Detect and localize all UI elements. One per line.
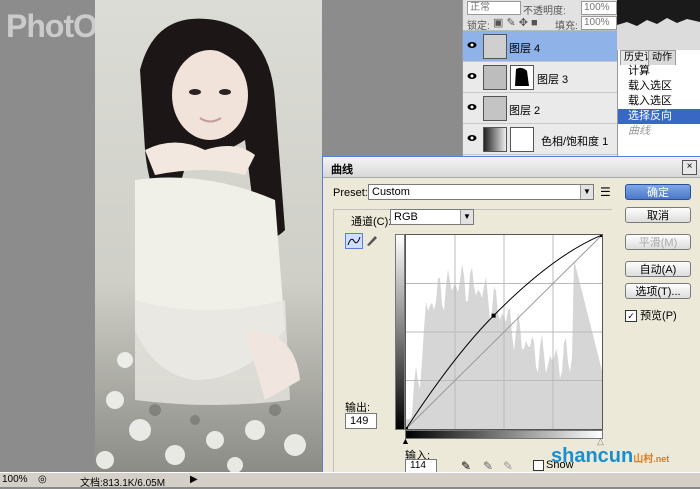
document-size: 文档:813.1K/6.05M: [80, 478, 166, 489]
site-watermark-main: shancun: [551, 445, 634, 467]
history-item[interactable]: 计算: [618, 64, 700, 79]
layer-name: 色相/饱和度 1: [541, 136, 609, 148]
chevron-down-icon: ▼: [460, 210, 473, 224]
preview-checkbox[interactable]: ✓ 预览(P): [625, 307, 677, 323]
status-bar: 100% ◎ 文档:813.1K/6.05M ▶: [0, 472, 700, 489]
channel-label: 通道(C):: [351, 216, 392, 228]
black-eyedropper-icon[interactable]: ✎: [461, 459, 471, 473]
curves-dialog: 曲线 × Preset: Custom ▼ ☰ 确定 取消 平滑(M) 自动(A…: [322, 156, 700, 474]
smooth-button[interactable]: 平滑(M): [625, 234, 691, 250]
ok-button[interactable]: 确定: [625, 184, 691, 200]
eye-icon[interactable]: [467, 102, 477, 112]
auto-button[interactable]: 自动(A): [625, 261, 691, 277]
layer-name: 图层 2: [509, 105, 541, 117]
blend-mode-select[interactable]: 正常: [467, 1, 521, 15]
status-menu-icon[interactable]: ▶: [190, 474, 198, 485]
layer-row[interactable]: 色相/饱和度 1: [463, 124, 618, 155]
layer-name: 图层 3: [537, 74, 569, 86]
opacity-field[interactable]: 100%: [581, 1, 617, 15]
lock-icons[interactable]: ▣ ✎ ✥ ■: [493, 16, 538, 29]
document-photo[interactable]: [95, 0, 322, 472]
layer-row[interactable]: 图层 3: [463, 62, 618, 93]
curve-tool-icon[interactable]: [345, 233, 363, 249]
site-watermark-sub: 山村: [633, 454, 654, 465]
control-point: [491, 313, 496, 318]
history-item-selected[interactable]: 选择反向: [618, 109, 700, 124]
layers-panel: 正常 不透明度: 100% 锁定: ▣ ✎ ✥ ■ 填充: 100% 图层 4 …: [462, 0, 618, 160]
chevron-down-icon: ▼: [580, 185, 593, 199]
adjustment-icon: [483, 127, 507, 152]
zoom-level[interactable]: 100%: [2, 474, 28, 485]
curves-graph[interactable]: [404, 233, 604, 431]
fill-field[interactable]: 100%: [581, 16, 617, 30]
layer-thumbnail: [483, 34, 507, 59]
show-clipping-checkbox[interactable]: [533, 460, 544, 471]
cancel-button[interactable]: 取消: [625, 207, 691, 223]
black-point-slider-icon[interactable]: ▲: [401, 436, 410, 446]
history-panel: 历史记录 动作 计算 载入选区 载入选区 选择反向 曲线: [617, 50, 700, 160]
history-item[interactable]: 载入选区: [618, 79, 700, 94]
layer-mask-thumbnail: [510, 65, 534, 90]
eye-icon[interactable]: [467, 133, 477, 143]
white-eyedropper-icon[interactable]: ✎: [503, 459, 513, 473]
preset-label: Preset:: [333, 187, 368, 199]
eye-icon[interactable]: [467, 71, 477, 81]
input-field[interactable]: 114: [405, 459, 437, 473]
layer-row[interactable]: 图层 2: [463, 93, 618, 124]
layer-name: 图层 4: [509, 43, 541, 55]
options-button[interactable]: 选项(T)...: [625, 283, 691, 299]
site-watermark: shancun山村.net: [551, 445, 669, 468]
endpoint-black: [404, 427, 408, 431]
input-gradient-bar: [405, 430, 603, 439]
preview-label: 预览(P): [640, 310, 677, 322]
endpoint-white: [600, 233, 604, 237]
layer-row[interactable]: 图层 4: [463, 31, 618, 62]
output-field[interactable]: 149: [345, 413, 377, 429]
channel-select[interactable]: RGB ▼: [390, 209, 474, 225]
tab-actions[interactable]: 动作: [648, 50, 676, 65]
close-button[interactable]: ×: [682, 160, 697, 175]
lock-row: 锁定: ▣ ✎ ✥ ■ 填充: 100%: [463, 15, 618, 32]
layer-mask-thumbnail: [510, 127, 534, 152]
preset-menu-icon[interactable]: ☰: [600, 185, 611, 199]
eye-icon[interactable]: [467, 40, 477, 50]
layer-thumbnail: [483, 65, 507, 90]
history-item[interactable]: 曲线: [618, 124, 700, 139]
preset-value: Custom: [372, 186, 410, 198]
site-watermark-tld: .net: [653, 454, 670, 464]
dialog-titlebar[interactable]: 曲线 ×: [323, 157, 700, 178]
lock-label: 锁定:: [467, 21, 490, 32]
fill-label: 填充:: [555, 21, 578, 32]
channel-value: RGB: [394, 211, 418, 223]
output-gradient-bar: [395, 234, 405, 430]
gray-eyedropper-icon[interactable]: ✎: [483, 459, 493, 473]
status-icon[interactable]: ◎: [38, 474, 47, 485]
dialog-title: 曲线: [331, 164, 353, 176]
checkbox-icon[interactable]: ✓: [625, 310, 637, 323]
blend-row: 正常 不透明度: 100%: [463, 0, 618, 17]
histogram-panel: [617, 0, 700, 50]
history-item[interactable]: 载入选区: [618, 94, 700, 109]
pencil-tool-icon[interactable]: [365, 233, 379, 247]
layer-thumbnail: [483, 96, 507, 121]
preset-select[interactable]: Custom ▼: [368, 184, 594, 200]
